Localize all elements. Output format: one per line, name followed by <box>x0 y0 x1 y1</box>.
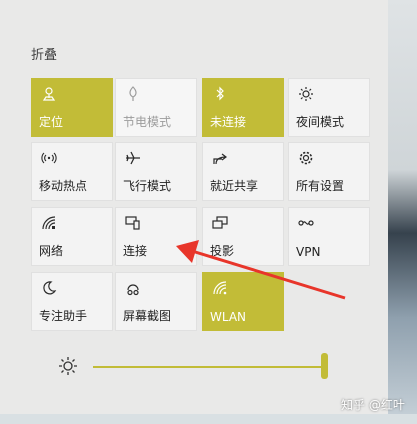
arrow-shaft <box>191 249 346 300</box>
annotation-arrow <box>176 240 346 300</box>
watermark: 知乎 @红叶 <box>341 398 405 412</box>
